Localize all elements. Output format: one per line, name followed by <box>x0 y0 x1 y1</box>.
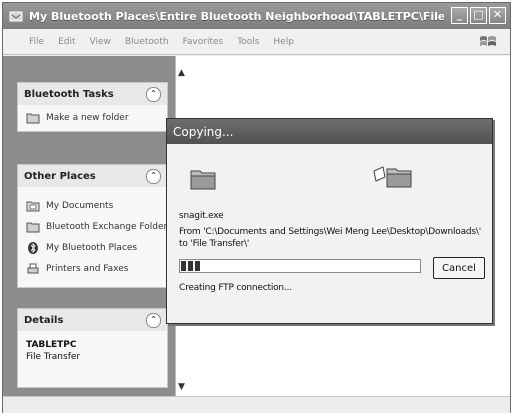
other-places-panel: Other Places ⌃ My Documents Bluetooth Ex… <box>17 164 168 288</box>
menu-help[interactable]: Help <box>273 37 294 47</box>
title-bar[interactable]: My Bluetooth Places\Entire Bluetooth Nei… <box>3 3 510 29</box>
menu-favorites[interactable]: Favorites <box>183 37 224 47</box>
my-documents-icon <box>26 201 40 211</box>
task-pane: Bluetooth Tasks ⌃ Make a new folder Othe… <box>3 56 175 396</box>
dialog-title: Copying... <box>173 124 234 139</box>
bluetooth-places-icon <box>9 11 23 22</box>
task-item[interactable]: Make a new folder <box>18 105 167 131</box>
menu-file[interactable]: File <box>29 37 44 47</box>
place-link[interactable]: Printers and Faxes <box>18 258 167 279</box>
panel-title: Details <box>24 314 64 326</box>
progress-bar <box>179 259 421 273</box>
bluetooth-icon <box>28 241 38 254</box>
menu-bluetooth[interactable]: Bluetooth <box>125 37 169 47</box>
place-link[interactable]: My Bluetooth Places <box>18 237 167 258</box>
new-folder-icon <box>26 113 40 124</box>
from-path: From 'C:\Documents and Settings\Wei Meng… <box>179 227 481 237</box>
close-button[interactable]: ✕ <box>489 7 506 24</box>
minimize-button[interactable]: _ <box>451 7 468 24</box>
status-bar <box>3 396 510 413</box>
panel-header[interactable]: Details ⌃ <box>18 309 167 331</box>
panel-header[interactable]: Other Places ⌃ <box>18 165 167 187</box>
collapse-icon[interactable]: ⌃ <box>146 86 161 102</box>
maximize-button[interactable]: □ <box>470 7 487 24</box>
scroll-up-icon[interactable]: ▲ <box>178 68 185 78</box>
menu-bar: File Edit View Bluetooth Favorites Tools… <box>3 29 510 55</box>
details-type: File Transfer <box>26 352 81 362</box>
panel-title: Bluetooth Tasks <box>24 88 114 100</box>
scroll-down-icon[interactable]: ▼ <box>178 382 185 392</box>
details-panel: Details ⌃ TABLETPC File Transfer <box>17 308 168 388</box>
window-title: My Bluetooth Places\Entire Bluetooth Nei… <box>29 9 444 23</box>
place-label: Printers and Faxes <box>46 263 129 274</box>
progress-fill <box>181 261 201 271</box>
collapse-icon[interactable]: ⌃ <box>146 168 161 184</box>
task-label: Make a new folder <box>46 113 129 123</box>
cancel-button[interactable]: Cancel <box>433 257 485 279</box>
printer-icon <box>27 263 39 273</box>
status-text: Creating FTP connection... <box>179 283 292 293</box>
dialog-title-bar[interactable]: Copying... <box>167 119 492 144</box>
menu-edit[interactable]: Edit <box>58 37 75 47</box>
panel-title: Other Places <box>24 170 96 182</box>
place-label: My Bluetooth Places <box>46 242 138 253</box>
windows-logo-icon <box>480 36 496 46</box>
panel-header[interactable]: Bluetooth Tasks ⌃ <box>18 83 167 105</box>
place-label: Bluetooth Exchange Folder <box>46 221 168 232</box>
file-name: snagit.exe <box>179 211 224 221</box>
to-path: to 'File Transfer\' <box>179 239 250 249</box>
source-folder-icon <box>190 170 216 190</box>
menu-tools[interactable]: Tools <box>237 37 259 47</box>
copying-dialog: Copying... snagit.exe From 'C:\Documents… <box>166 118 493 324</box>
place-link[interactable]: Bluetooth Exchange Folder <box>18 216 167 237</box>
folder-icon <box>26 222 40 232</box>
place-link[interactable]: My Documents <box>18 195 167 216</box>
place-label: My Documents <box>46 200 114 211</box>
details-name: TABLETPC <box>26 340 77 350</box>
menu-view[interactable]: View <box>90 37 111 47</box>
bluetooth-tasks-panel: Bluetooth Tasks ⌃ Make a new folder <box>17 82 168 132</box>
destination-folder-icon <box>373 166 412 188</box>
collapse-icon[interactable]: ⌃ <box>146 312 161 328</box>
